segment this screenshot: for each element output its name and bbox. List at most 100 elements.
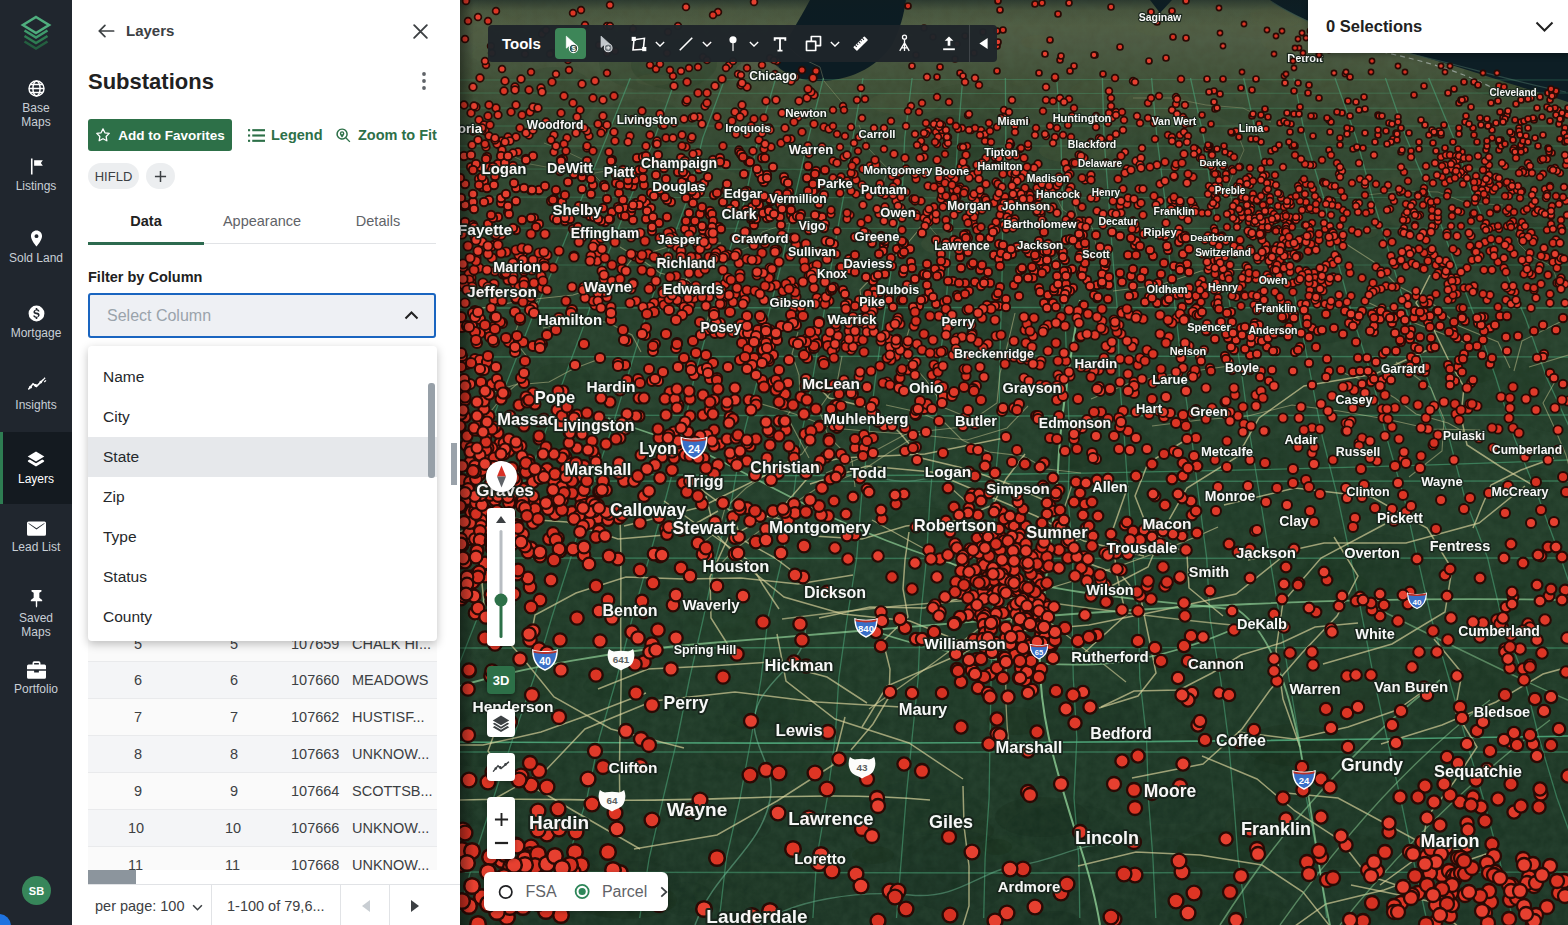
svg-text:Overton: Overton [1344, 545, 1400, 561]
svg-text:Marion: Marion [493, 259, 541, 275]
svg-text:Franklin: Franklin [1154, 205, 1195, 217]
svg-text:Trigg: Trigg [684, 473, 723, 490]
svg-text:Dubois: Dubois [877, 283, 919, 297]
svg-text:Champaign: Champaign [641, 155, 717, 171]
svg-text:Perry: Perry [941, 314, 975, 329]
svg-text:Wayne: Wayne [584, 278, 632, 295]
svg-text:Delaware: Delaware [1078, 158, 1122, 169]
svg-text:Chicago: Chicago [749, 69, 796, 83]
svg-text:Maury: Maury [899, 700, 948, 718]
svg-text:Wilson: Wilson [1086, 582, 1133, 598]
svg-text:Marion: Marion [1420, 831, 1479, 851]
svg-text:641: 641 [613, 654, 630, 665]
svg-text:Crawford: Crawford [731, 231, 788, 246]
svg-text:Moore: Moore [1144, 781, 1197, 801]
svg-text:Boone: Boone [935, 165, 969, 177]
svg-text:Larue: Larue [1152, 372, 1187, 387]
svg-text:Tipton: Tipton [984, 146, 1018, 158]
svg-text:Pope: Pope [535, 388, 575, 406]
svg-text:Hamilton: Hamilton [978, 160, 1023, 172]
svg-text:Wayne: Wayne [1421, 474, 1462, 489]
svg-text:Pike: Pike [859, 295, 885, 309]
svg-text:Daviess: Daviess [843, 256, 892, 271]
svg-text:Marshall: Marshall [565, 460, 632, 478]
svg-text:Spencer: Spencer [1187, 321, 1231, 333]
svg-text:Lauderdale: Lauderdale [706, 906, 807, 925]
svg-text:Darke: Darke [1199, 157, 1227, 168]
svg-text:Warrick: Warrick [827, 312, 877, 327]
svg-text:Edgar: Edgar [724, 186, 763, 201]
svg-text:Stewart: Stewart [672, 518, 735, 538]
svg-text:Russell: Russell [1336, 445, 1380, 459]
svg-text:Decatur: Decatur [1098, 215, 1137, 227]
svg-text:Nelson: Nelson [1170, 345, 1207, 357]
svg-text:Johnson: Johnson [1002, 200, 1050, 212]
svg-text:Clark: Clark [721, 206, 756, 222]
svg-text:Sumner: Sumner [1026, 523, 1088, 541]
svg-text:Lewis: Lewis [775, 721, 822, 740]
svg-text:Switzerland: Switzerland [1195, 247, 1251, 258]
svg-text:Vermillion: Vermillion [769, 192, 826, 206]
svg-text:McLean: McLean [802, 375, 860, 392]
svg-text:Perry: Perry [664, 693, 709, 713]
svg-text:Bartholomew: Bartholomew [1004, 218, 1077, 230]
svg-text:Saginaw: Saginaw [1139, 11, 1182, 23]
svg-text:McCreary: McCreary [1492, 485, 1549, 499]
svg-text:Pickett: Pickett [1377, 510, 1423, 526]
svg-text:65: 65 [1035, 648, 1044, 657]
svg-text:Owen: Owen [880, 205, 915, 220]
svg-text:Hamilton: Hamilton [538, 311, 602, 328]
svg-text:Allen: Allen [1092, 479, 1127, 495]
svg-text:Metcalfe: Metcalfe [1201, 444, 1253, 459]
svg-text:Spring Hill: Spring Hill [674, 643, 737, 657]
svg-text:Parke: Parke [817, 176, 852, 191]
svg-text:Muhlenberg: Muhlenberg [824, 410, 909, 427]
svg-text:Iroquois: Iroquois [725, 122, 770, 134]
svg-text:Garrard: Garrard [1381, 362, 1425, 376]
svg-text:Calloway: Calloway [610, 500, 686, 520]
svg-text:Green: Green [1190, 404, 1228, 419]
svg-text:24: 24 [1299, 775, 1310, 786]
svg-text:Lyon: Lyon [639, 440, 677, 457]
svg-text:Van Buren: Van Buren [1374, 678, 1448, 695]
svg-text:Christian: Christian [750, 459, 819, 476]
svg-text:Clay: Clay [1279, 513, 1309, 529]
svg-text:Trousdale: Trousdale [1107, 539, 1178, 556]
svg-text:Houston: Houston [703, 557, 770, 575]
svg-text:Bedford: Bedford [1090, 725, 1151, 742]
svg-text:Anderson: Anderson [1248, 324, 1297, 336]
svg-text:Ohio: Ohio [909, 379, 943, 396]
svg-text:Macon: Macon [1142, 515, 1191, 532]
svg-text:40: 40 [1413, 598, 1422, 607]
svg-text:Preble: Preble [1215, 185, 1246, 196]
svg-text:Vigo: Vigo [799, 219, 826, 233]
svg-text:Lima: Lima [1239, 122, 1264, 134]
svg-text:Jackson: Jackson [1017, 239, 1063, 251]
svg-text:Ripley: Ripley [1143, 226, 1177, 238]
svg-text:43: 43 [856, 762, 868, 773]
svg-text:Lawrence: Lawrence [788, 808, 873, 829]
svg-text:Logan: Logan [925, 463, 972, 480]
svg-text:Warren: Warren [789, 142, 833, 157]
svg-text:Henry: Henry [1208, 281, 1238, 293]
svg-text:Van Wert: Van Wert [1152, 115, 1197, 127]
svg-text:Montgomery: Montgomery [864, 164, 934, 176]
svg-text:Oldham: Oldham [1147, 283, 1188, 295]
svg-text:Jasper: Jasper [657, 232, 701, 247]
svg-text:Henry: Henry [1092, 187, 1121, 198]
svg-text:Rutherford: Rutherford [1071, 648, 1149, 665]
svg-text:Adair: Adair [1284, 432, 1317, 447]
svg-text:Hardin: Hardin [1075, 356, 1118, 371]
svg-text:Robertson: Robertson [914, 516, 997, 534]
svg-text:DeWitt: DeWitt [547, 160, 593, 176]
svg-text:Clinton: Clinton [1346, 485, 1389, 499]
svg-text:Grundy: Grundy [1341, 755, 1403, 775]
svg-text:840: 840 [858, 623, 874, 634]
svg-text:Hardin: Hardin [586, 378, 635, 395]
svg-text:Breckenridge: Breckenridge [954, 347, 1034, 361]
svg-text:Williamson: Williamson [924, 635, 1006, 652]
svg-text:Blackford: Blackford [1068, 138, 1116, 150]
svg-text:Franklin: Franklin [1241, 819, 1311, 839]
svg-text:64: 64 [606, 795, 618, 806]
svg-text:Jefferson: Jefferson [467, 283, 537, 300]
